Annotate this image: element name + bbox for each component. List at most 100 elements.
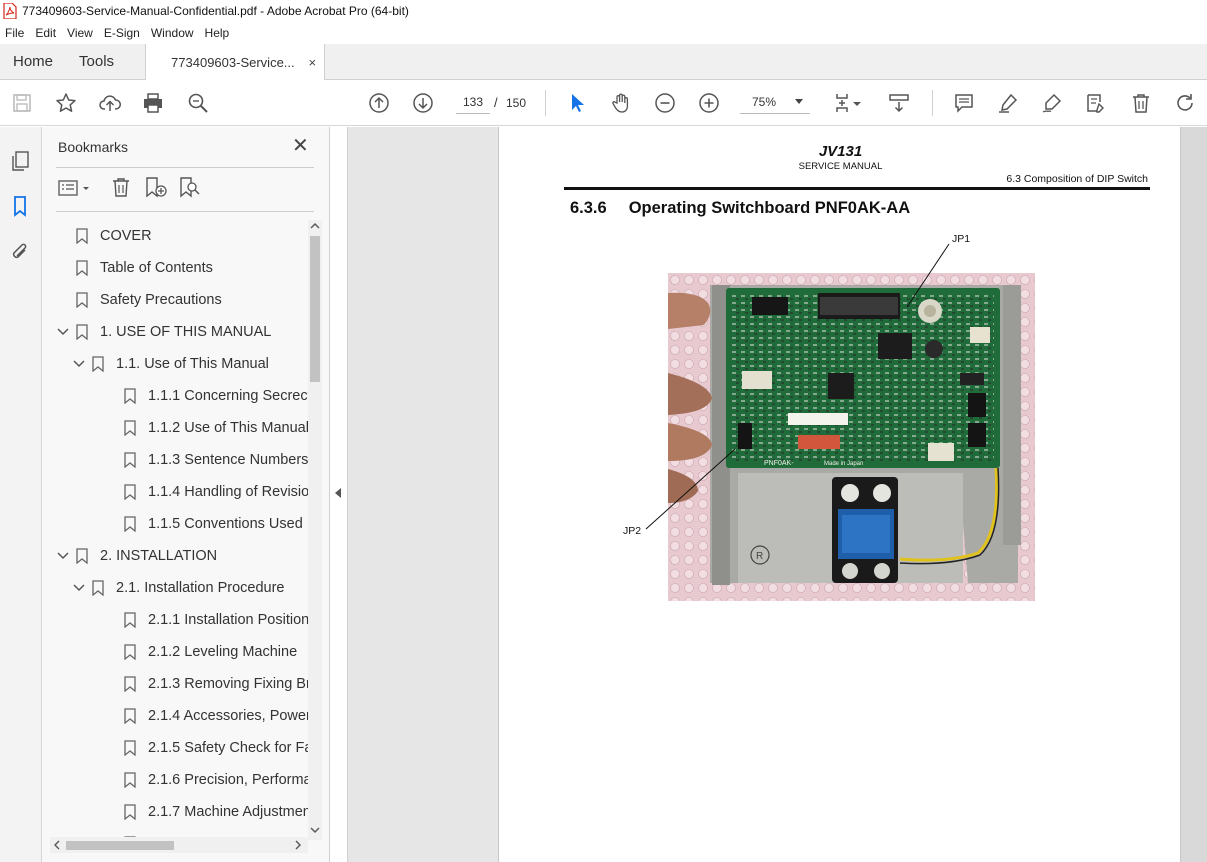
bookmark-label: 2.1.4 Accessories, Power Su (148, 708, 308, 724)
menu-window[interactable]: Window (147, 26, 198, 40)
bookmark-list: COVER Table of Contents Safety Precautions… (42, 220, 308, 840)
highlight-pen-icon[interactable] (996, 91, 1020, 115)
bookmark-icon (124, 644, 136, 661)
chevron-down-icon[interactable] (72, 360, 86, 368)
fill-sign-icon[interactable] (1084, 91, 1108, 115)
select-cursor-icon[interactable] (565, 91, 589, 115)
bookmark-icon (124, 804, 136, 821)
bookmark-item[interactable]: 2. INSTALLATION (56, 540, 308, 572)
scroll-right-icon (295, 840, 301, 850)
close-icon[interactable]: ✕ (292, 136, 309, 156)
menu-esign[interactable]: E-Sign (100, 26, 144, 40)
bookmark-icon (124, 452, 136, 469)
bookmark-item[interactable]: 1.1.5 Conventions Used (104, 508, 308, 540)
page-thumbnails-icon[interactable] (8, 149, 32, 173)
scroll-mode-icon[interactable] (887, 91, 911, 115)
scrollbar-thumb[interactable] (310, 236, 320, 382)
document-vertical-scrollbar[interactable] (1181, 127, 1207, 862)
bookmarks-horizontal-scrollbar[interactable] (50, 837, 308, 853)
bookmark-item[interactable]: COVER (56, 220, 308, 252)
document-view[interactable]: JV131 SERVICE MANUAL 6.3 Composition of … (348, 127, 1207, 862)
zoom-dropdown-caret-icon[interactable] (795, 99, 803, 104)
previous-page-icon[interactable] (367, 91, 391, 115)
chevron-down-icon[interactable] (72, 584, 86, 592)
menu-file[interactable]: File (0, 26, 28, 40)
sign-pen-icon[interactable] (1040, 91, 1064, 115)
cloud-upload-icon[interactable] (98, 91, 122, 115)
bookmark-item[interactable]: 1.1.1 Concerning Secrecy (104, 380, 308, 412)
bookmark-item[interactable]: 2.1.7 Machine Adjustment : (104, 796, 308, 828)
comment-icon[interactable] (952, 91, 976, 115)
bookmark-item[interactable]: 2.1.1 Installation Position (104, 604, 308, 636)
bookmark-icon (92, 580, 104, 597)
acrobat-pdf-icon (3, 2, 17, 20)
save-icon[interactable] (10, 91, 34, 115)
left-rail (0, 127, 42, 862)
bookmark-label: 2.1.3 Removing Fixing Brac (148, 676, 308, 692)
bookmark-icon (76, 292, 88, 309)
menu-bar: File Edit View E-Sign Window Help (0, 22, 1207, 44)
chevron-down-icon[interactable] (56, 328, 70, 336)
menu-edit[interactable]: Edit (31, 26, 60, 40)
new-bookmark-icon[interactable] (144, 176, 168, 203)
bookmark-item[interactable]: 1.1.4 Handling of Revisions (104, 476, 308, 508)
bookmark-item[interactable]: 2.1.6 Precision, Performanc (104, 764, 308, 796)
toolbar-divider (545, 90, 546, 116)
bookmark-item[interactable]: 2.1. Installation Procedure (72, 572, 308, 604)
bookmark-item[interactable]: 2.1.2 Leveling Machine (104, 636, 308, 668)
next-page-icon[interactable] (411, 91, 435, 115)
bookmark-icon (76, 228, 88, 245)
menu-view[interactable]: View (63, 26, 97, 40)
tab-document-label: 773409603-Service... (171, 55, 295, 70)
zoom-out-icon[interactable] (653, 91, 677, 115)
bookmark-icon (124, 484, 136, 501)
bookmark-label: 1.1.3 Sentence Numbers (148, 452, 308, 468)
options-menu-icon[interactable] (58, 178, 92, 203)
delete-icon[interactable] (1129, 91, 1153, 115)
bookmark-item[interactable]: 1.1.2 Use of This Manual (104, 412, 308, 444)
bookmark-item[interactable]: 2.1.3 Removing Fixing Brac (104, 668, 308, 700)
bookmark-icon (76, 324, 88, 341)
bookmark-item[interactable]: 2.1.4 Accessories, Power Su (104, 700, 308, 732)
chevron-down-icon[interactable] (852, 91, 862, 115)
scroll-left-icon (54, 840, 60, 850)
bookmark-item[interactable]: 1.1. Use of This Manual (72, 348, 308, 380)
zoom-in-icon[interactable] (697, 91, 721, 115)
hand-tool-icon[interactable] (609, 91, 633, 115)
bookmark-item[interactable]: 2.1.5 Safety Check for Facto (104, 732, 308, 764)
panel-divider (56, 211, 314, 212)
tab-document[interactable]: 773409603-Service... × (145, 44, 326, 81)
bookmark-item[interactable]: Table of Contents (56, 252, 308, 284)
bookmark-icon (124, 740, 136, 757)
find-bookmark-icon[interactable] (178, 176, 202, 203)
chevron-down-icon[interactable] (56, 552, 70, 560)
attachment-icon[interactable] (8, 240, 32, 264)
menu-help[interactable]: Help (201, 26, 234, 40)
collapse-arrow-icon[interactable] (335, 488, 341, 498)
tab-bar: Home Tools 773409603-Service... × (0, 44, 1207, 81)
delete-bookmark-icon[interactable] (110, 176, 132, 203)
bookmark-item[interactable]: 1. USE OF THIS MANUAL (56, 316, 308, 348)
bookmark-label: 1.1. Use of This Manual (116, 356, 269, 372)
bookmark-label: 1.1.4 Handling of Revisions (148, 484, 308, 500)
bookmark-icon (124, 676, 136, 693)
scrollbar-thumb[interactable] (66, 841, 174, 850)
star-icon[interactable] (54, 91, 78, 115)
bookmark-panel-icon[interactable] (8, 194, 32, 218)
bookmarks-vertical-scrollbar[interactable] (308, 220, 322, 840)
page-number-input[interactable]: 133 (456, 90, 490, 114)
zoom-search-icon[interactable] (186, 91, 210, 115)
tab-tools[interactable]: Tools (66, 44, 127, 79)
print-icon[interactable] (141, 91, 165, 115)
scroll-up-icon (310, 223, 320, 229)
tab-close-button[interactable]: × (308, 55, 316, 70)
bookmark-item[interactable]: 1.1.3 Sentence Numbers (104, 444, 308, 476)
bookmark-label: 1.1.1 Concerning Secrecy (148, 388, 308, 404)
tab-home[interactable]: Home (0, 44, 66, 79)
bookmark-label: 2. INSTALLATION (100, 548, 218, 564)
bookmark-item[interactable]: Safety Precautions (56, 284, 308, 316)
panel-collapse-handle[interactable] (330, 127, 348, 862)
bookmark-label: 2.1.7 Machine Adjustment : (148, 804, 308, 820)
bookmark-icon (76, 548, 88, 565)
redo-icon[interactable] (1173, 91, 1197, 115)
